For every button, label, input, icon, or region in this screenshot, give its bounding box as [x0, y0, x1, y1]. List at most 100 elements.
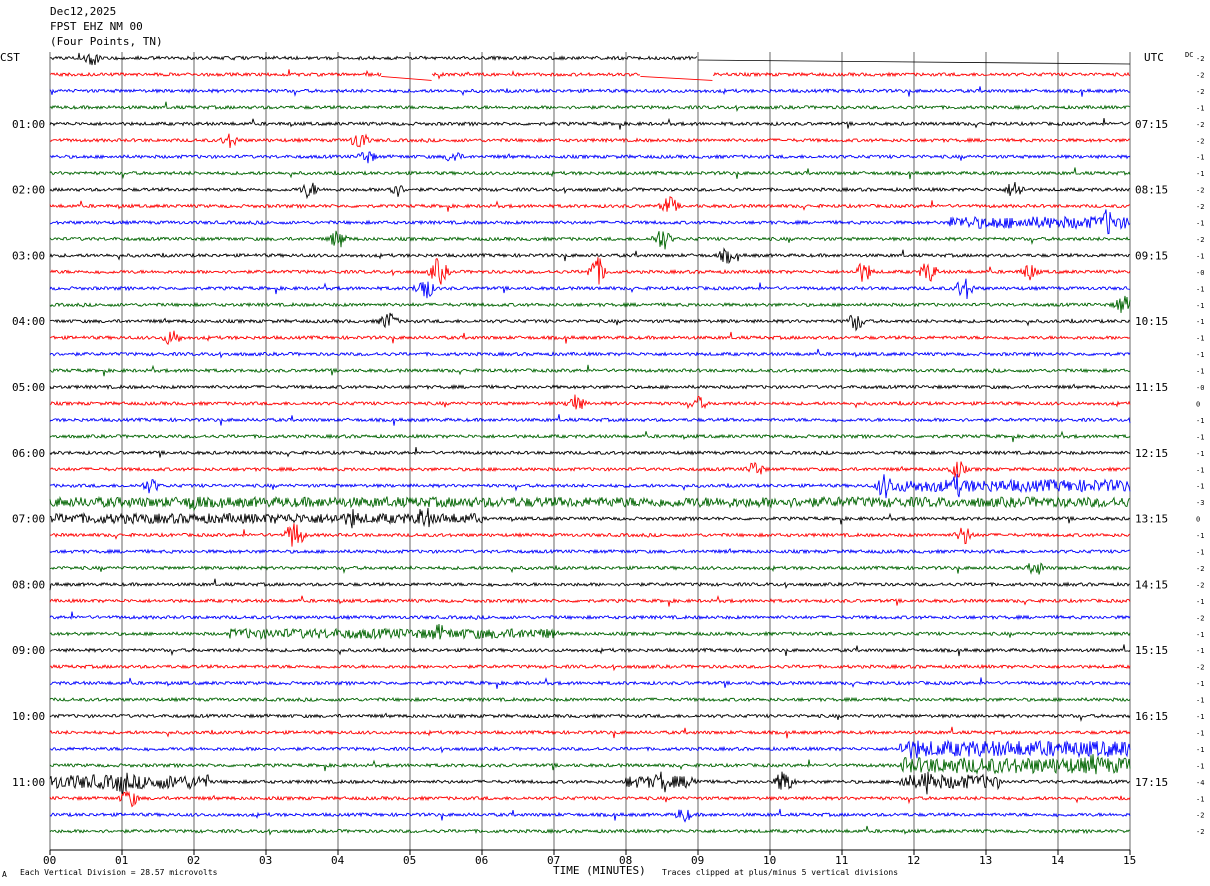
trace-line	[49, 461, 1131, 478]
dc-offset-label: -1	[1196, 532, 1204, 540]
dc-offset-labels: -2 -2 -2 -1 -2 -2 -1 -1 -2 -2 -1 -2 -1 -0 -1 -1 -1 -1 -1 -1…	[1196, 55, 1204, 836]
dc-offset-label: -1	[1196, 302, 1204, 310]
trace-line	[49, 495, 1131, 512]
dc-offset-label: -1	[1196, 154, 1204, 162]
right-time-label: 11:15	[1135, 381, 1168, 394]
scale-note: Each Vertical Division = 28.57 microvolt…	[20, 868, 218, 877]
trace-line	[49, 182, 1131, 200]
dc-offset-label: -1	[1196, 762, 1204, 770]
trace-line	[49, 790, 1131, 808]
x-tick-label: 12	[907, 854, 920, 867]
trace-line	[49, 825, 1131, 836]
trace-line	[49, 247, 1131, 265]
trace-line	[49, 209, 1131, 235]
dc-offset-label: -2	[1196, 565, 1204, 573]
left-time-label: 03:00	[12, 249, 45, 262]
trace-line	[49, 167, 1131, 180]
trace-line	[49, 295, 1131, 313]
dc-offset-label: -1	[1196, 335, 1204, 343]
trace-line	[49, 414, 1131, 426]
seismic-traces	[49, 52, 1131, 836]
dc-offset-label: -2	[1196, 812, 1204, 820]
right-time-label: 09:15	[1135, 249, 1168, 262]
trace-line	[49, 430, 1131, 443]
left-time-label: 02:00	[12, 184, 45, 197]
dc-offset-label: 0	[1196, 400, 1200, 408]
x-tick-label: 09	[691, 854, 704, 867]
dc-offset-label: -1	[1196, 220, 1204, 228]
dc-offset-label: -1	[1196, 697, 1204, 705]
dc-offset-label: -1	[1196, 252, 1204, 260]
trace-line	[49, 117, 1131, 130]
dc-offset-label: -2	[1196, 88, 1204, 96]
dc-offset-label: -2	[1196, 137, 1204, 145]
trace-line	[49, 364, 1131, 377]
trace-line	[49, 278, 1131, 300]
dc-offset-label: -2	[1196, 203, 1204, 211]
dc-offset-label: -2	[1196, 121, 1204, 129]
x-tick-label: 06	[475, 854, 488, 867]
dc-offset-label: -1	[1196, 417, 1204, 425]
left-time-label: 08:00	[12, 578, 45, 591]
x-tick-label: 01	[115, 854, 128, 867]
right-time-label: 16:15	[1135, 710, 1168, 723]
header-station: FPST EHZ NM 00	[50, 20, 143, 33]
trace-line	[49, 754, 1131, 776]
dc-offset-label: -1	[1196, 713, 1204, 721]
left-time-label: 04:00	[12, 315, 45, 328]
trace-line	[49, 348, 1131, 359]
trace-line	[49, 808, 1131, 823]
dc-offset-label: -2	[1196, 71, 1204, 79]
dc-offset-label: -1	[1196, 483, 1204, 491]
x-tick-label: 15	[1123, 854, 1136, 867]
trace-line	[49, 547, 1131, 555]
dc-offset-label: -0	[1196, 384, 1204, 392]
trace-line	[49, 663, 1131, 672]
x-tick-label: 05	[403, 854, 416, 867]
trace-line	[49, 257, 1131, 285]
trace-line	[49, 644, 1131, 657]
left-time-label: 05:00	[12, 381, 45, 394]
x-tick-label: 00	[43, 854, 56, 867]
trace-line	[49, 473, 1131, 499]
corner-mark: A	[2, 870, 7, 879]
x-tick-label: 04	[331, 854, 345, 867]
trace-line	[49, 507, 1131, 529]
dc-offset-label: -1	[1196, 549, 1204, 557]
dc-offset-label: -2	[1196, 187, 1204, 195]
trace-line	[49, 712, 1131, 722]
left-time-labels: 01:00 02:00 03:00 04:00 05:00 06:00 07:00 08:00…	[12, 118, 45, 789]
dc-offset-label: -0	[1196, 269, 1204, 277]
right-time-label: 12:15	[1135, 447, 1168, 460]
dc-offset-label: -1	[1196, 746, 1204, 754]
gap-connector	[381, 76, 432, 81]
trace-line	[49, 101, 1131, 113]
trace-line	[50, 562, 1131, 575]
dc-offset-label: -4	[1196, 779, 1204, 787]
trace-line	[49, 611, 1131, 621]
dc-offset-label: -1	[1196, 680, 1204, 688]
dc-offset-label: 0	[1196, 516, 1200, 524]
trace-line	[49, 86, 1131, 97]
dc-offset-label: -3	[1196, 499, 1204, 507]
dc-offset-label: -1	[1196, 433, 1204, 441]
trace-line	[49, 196, 1131, 212]
dc-offset-label: -1	[1196, 351, 1204, 359]
trace-line	[49, 594, 1131, 607]
header-location: (Four Points, TN)	[50, 35, 163, 48]
dc-offset-label: -1	[1196, 729, 1204, 737]
right-time-label: 13:15	[1135, 513, 1168, 526]
dc-offset-label: -1	[1196, 368, 1204, 376]
dc-offset-label: -1	[1196, 466, 1204, 474]
dc-offset-label: -2	[1196, 236, 1204, 244]
trace-line	[49, 151, 1131, 164]
trace-line	[49, 133, 1131, 149]
dc-offset-label: -1	[1196, 631, 1204, 639]
trace-line	[49, 696, 1131, 703]
dc-offset-label: -1	[1196, 285, 1204, 293]
x-tick-label: 02	[187, 854, 200, 867]
trace-line	[49, 739, 1131, 759]
right-time-label: 17:15	[1135, 776, 1168, 789]
trace-line	[49, 230, 1131, 250]
gap-connector	[640, 76, 713, 81]
